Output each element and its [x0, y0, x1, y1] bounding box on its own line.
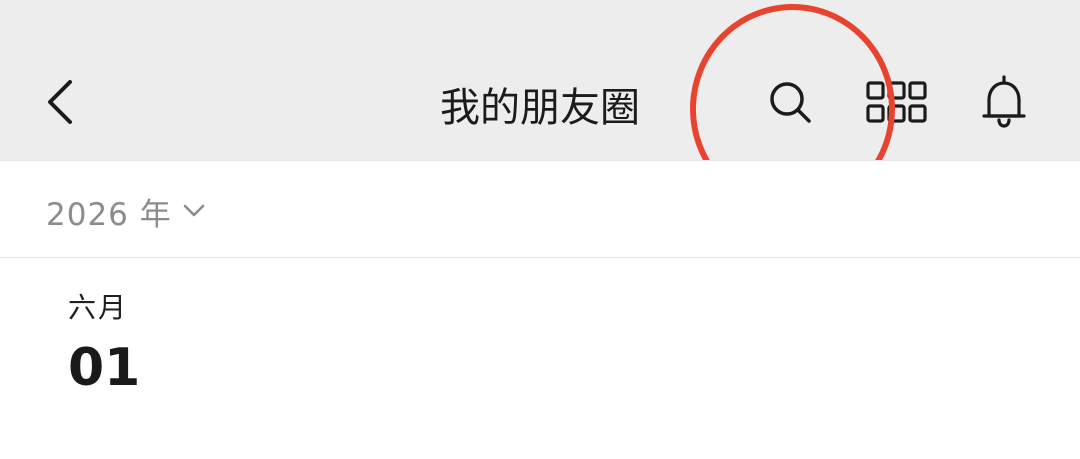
- notifications-button[interactable]: [972, 72, 1036, 132]
- year-filter-bar: 2026 年: [0, 160, 1080, 258]
- back-button[interactable]: [32, 72, 88, 132]
- grid-apps-icon: [866, 81, 927, 123]
- day-label: 01: [68, 338, 141, 398]
- search-button[interactable]: [758, 72, 822, 132]
- page-title: 我的朋友圈: [440, 85, 640, 131]
- bell-icon: [982, 75, 1026, 128]
- chevron-down-icon: [182, 203, 206, 219]
- apps-grid-button[interactable]: [865, 72, 929, 132]
- search-icon: [770, 82, 811, 123]
- top-navigation-bar: 我的朋友圈: [0, 0, 1080, 160]
- chevron-left-icon: [48, 80, 72, 124]
- year-label: 2026 年: [46, 196, 172, 233]
- year-dropdown[interactable]: 2026 年: [46, 191, 206, 233]
- timeline-date: 六月 01: [68, 288, 140, 398]
- month-label: 六月: [68, 291, 129, 324]
